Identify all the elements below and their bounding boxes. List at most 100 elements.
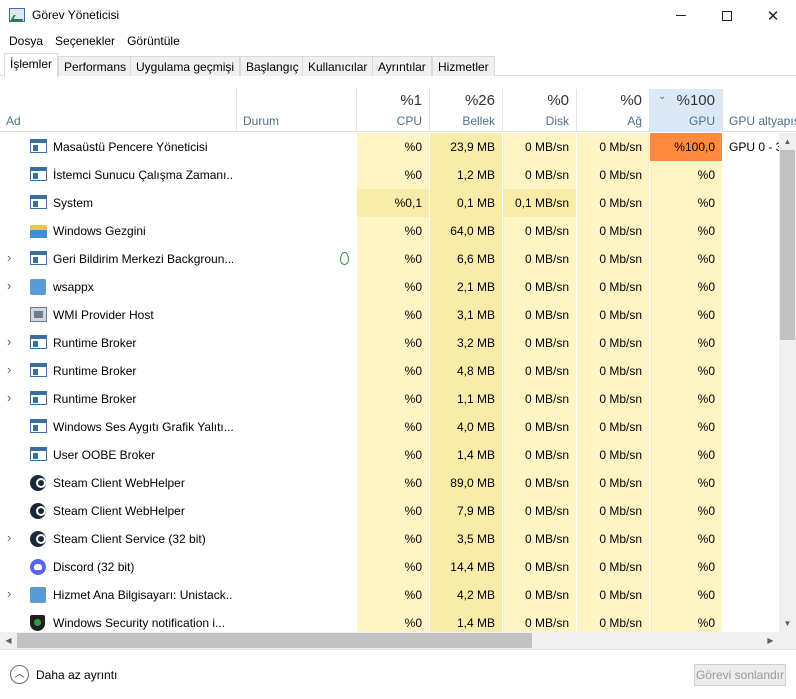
tab-details[interactable]: Ayrıntılar xyxy=(372,56,432,76)
column-header-network[interactable]: %0 Ağ xyxy=(577,89,650,132)
process-row[interactable]: › Geri Bildirim Merkezi Backgroun... %0 6,6… xyxy=(0,245,779,273)
process-memory: 3,5 MB xyxy=(430,525,502,553)
maximize-button[interactable] xyxy=(704,0,750,31)
expand-chevron-icon[interactable]: › xyxy=(7,525,21,553)
chevron-up-icon[interactable]: ︿ xyxy=(10,665,29,684)
process-row[interactable]: WMI Provider Host %0 3,1 MB 0 MB/sn 0 Mb/sn%… xyxy=(0,301,779,329)
process-row[interactable]: System %0,1 0,1 MB 0,1 MB/sn 0 Mb/sn %0 xyxy=(0,189,779,217)
close-button[interactable]: ✕ xyxy=(750,0,796,31)
scroll-right-icon[interactable]: ▶ xyxy=(762,632,779,649)
process-network: 0 Mb/sn xyxy=(577,357,649,385)
menu-file[interactable]: Dosya xyxy=(3,31,49,51)
scroll-up-icon[interactable]: ▲ xyxy=(779,133,796,150)
process-row[interactable]: › Hizmet Ana Bilgisayarı: Unistack... %0 4,… xyxy=(0,581,779,609)
column-header-gpu[interactable]: ⌄ %100 GPU xyxy=(650,89,723,132)
window-icon xyxy=(30,195,47,209)
menu-options[interactable]: Seçenekler xyxy=(49,31,121,51)
fewer-details-link[interactable]: Daha az ayrıntı xyxy=(36,668,117,682)
process-row[interactable]: › Runtime Broker %0 4,8 MB 0 MB/sn 0 Mb/sn %0 xyxy=(0,357,779,385)
process-cpu: %0 xyxy=(357,273,429,301)
column-header-status[interactable]: Durum xyxy=(237,89,357,132)
process-status xyxy=(238,161,356,189)
column-label-name: Ad xyxy=(6,114,21,128)
process-name: Windows Security notification i... xyxy=(53,616,226,630)
tab-users[interactable]: Kullanıcılar xyxy=(302,56,374,76)
process-name: Steam Client Service (32 bit) xyxy=(53,532,206,546)
column-header-gpu-engine[interactable]: GPU altyapısı xyxy=(723,89,796,132)
menu-view[interactable]: Görüntüle xyxy=(121,31,186,51)
process-row[interactable]: › Runtime Broker %0 3,2 MB 0 MB/sn 0 Mb/sn %0 xyxy=(0,329,779,357)
process-cpu: %0 xyxy=(357,357,429,385)
column-header-disk[interactable]: %0 Disk xyxy=(503,89,577,132)
tab-startup[interactable]: Başlangıç xyxy=(240,56,305,76)
process-name: İstemci Sunucu Çalışma Zamanı... xyxy=(53,168,233,182)
process-row[interactable]: Discord (32 bit) %0 14,4 MB 0 MB/sn 0 Mb/sn%… xyxy=(0,553,779,581)
process-gpu: %0 xyxy=(650,525,722,553)
process-network: 0 Mb/sn xyxy=(577,553,649,581)
process-network: 0 Mb/sn xyxy=(577,329,649,357)
vertical-scroll-thumb[interactable] xyxy=(780,150,795,340)
process-row[interactable]: Masaüstü Pencere Yöneticisi %0 23,9 MB 0 MB… xyxy=(0,133,779,161)
process-row[interactable]: İstemci Sunucu Çalışma Zamanı... %0 1,2 MB… xyxy=(0,161,779,189)
column-label-gpu-engine: GPU altyapısı xyxy=(729,114,796,128)
folder-icon xyxy=(30,225,47,238)
process-name: Runtime Broker xyxy=(53,336,137,350)
process-row[interactable]: Steam Client WebHelper %0 89,0 MB 0 MB/sn 0 … xyxy=(0,469,779,497)
process-name: System xyxy=(53,196,94,210)
process-row[interactable]: Windows Gezgini %0 64,0 MB 0 MB/sn 0 Mb/sn %0 xyxy=(0,217,779,245)
process-row[interactable]: Windows Security notification i... %0 1,4 … xyxy=(0,609,779,632)
process-disk: 0 MB/sn xyxy=(503,217,576,245)
process-memory: 3,2 MB xyxy=(430,329,502,357)
vertical-scrollbar[interactable]: ▲ ▼ xyxy=(779,133,796,632)
window-icon xyxy=(30,139,47,153)
process-row[interactable]: › Runtime Broker %0 1,1 MB 0 MB/sn 0 Mb/sn %0 xyxy=(0,385,779,413)
process-cpu: %0,1 xyxy=(357,189,429,217)
expand-chevron-icon[interactable]: › xyxy=(7,581,21,609)
process-row[interactable]: Steam Client WebHelper %0 7,9 MB 0 MB/sn 0 M… xyxy=(0,497,779,525)
scrollbar-corner xyxy=(779,632,796,649)
process-row[interactable]: Windows Ses Aygıtı Grafik Yalıtı... %0 4,0… xyxy=(0,413,779,441)
process-network: 0 Mb/sn xyxy=(577,161,649,189)
process-gpu-engine: GPU 0 - 3D xyxy=(729,140,779,154)
process-disk: 0 MB/sn xyxy=(503,245,576,273)
process-row[interactable]: User OOBE Broker %0 1,4 MB 0 MB/sn 0 Mb/sn %0 xyxy=(0,441,779,469)
expand-chevron-icon[interactable]: › xyxy=(7,273,21,301)
process-status xyxy=(238,245,356,273)
process-gpu-engine xyxy=(723,385,779,413)
process-disk: 0 MB/sn xyxy=(503,133,576,161)
expand-chevron-icon[interactable]: › xyxy=(7,357,21,385)
process-status xyxy=(238,273,356,301)
horizontal-scrollbar[interactable]: ◀ ▶ xyxy=(0,632,779,649)
expand-chevron-icon[interactable]: › xyxy=(7,329,21,357)
scroll-down-icon[interactable]: ▼ xyxy=(779,615,796,632)
process-memory: 23,9 MB xyxy=(430,133,502,161)
scroll-left-icon[interactable]: ◀ xyxy=(0,632,17,649)
column-label-memory: Bellek xyxy=(462,114,495,128)
column-header-cpu[interactable]: %1 CPU xyxy=(357,89,430,132)
horizontal-scroll-thumb[interactable] xyxy=(17,633,532,648)
process-disk: 0 MB/sn xyxy=(503,469,576,497)
tab-services[interactable]: Hizmetler xyxy=(432,56,495,76)
expand-chevron-icon[interactable]: › xyxy=(7,385,21,413)
cpu-total-percent: %1 xyxy=(400,92,422,109)
process-gpu: %0 xyxy=(650,273,722,301)
process-memory: 1,4 MB xyxy=(430,609,502,632)
column-header-name[interactable]: Ad xyxy=(0,89,237,132)
window-icon xyxy=(30,419,47,433)
expand-chevron-icon[interactable]: › xyxy=(7,245,21,273)
sort-descending-icon: ⌄ xyxy=(658,91,667,102)
minimize-button[interactable] xyxy=(658,0,704,31)
process-row[interactable]: › Steam Client Service (32 bit) %0 3,5 MB 0 … xyxy=(0,525,779,553)
process-row[interactable]: › wsappx %0 2,1 MB 0 MB/sn 0 Mb/sn %0 xyxy=(0,273,779,301)
process-memory: 4,8 MB xyxy=(430,357,502,385)
column-header-memory[interactable]: %26 Bellek xyxy=(430,89,503,132)
end-task-button[interactable]: Görevi sonlandır xyxy=(694,664,786,686)
tab-app-history[interactable]: Uygulama geçmişi xyxy=(130,56,241,76)
close-icon: ✕ xyxy=(766,7,780,25)
tab-performance[interactable]: Performans xyxy=(58,56,133,76)
task-manager-app-icon xyxy=(9,8,25,22)
process-status xyxy=(238,301,356,329)
tab-processes[interactable]: İşlemler xyxy=(4,53,59,77)
process-cpu: %0 xyxy=(357,133,429,161)
process-memory: 1,2 MB xyxy=(430,161,502,189)
